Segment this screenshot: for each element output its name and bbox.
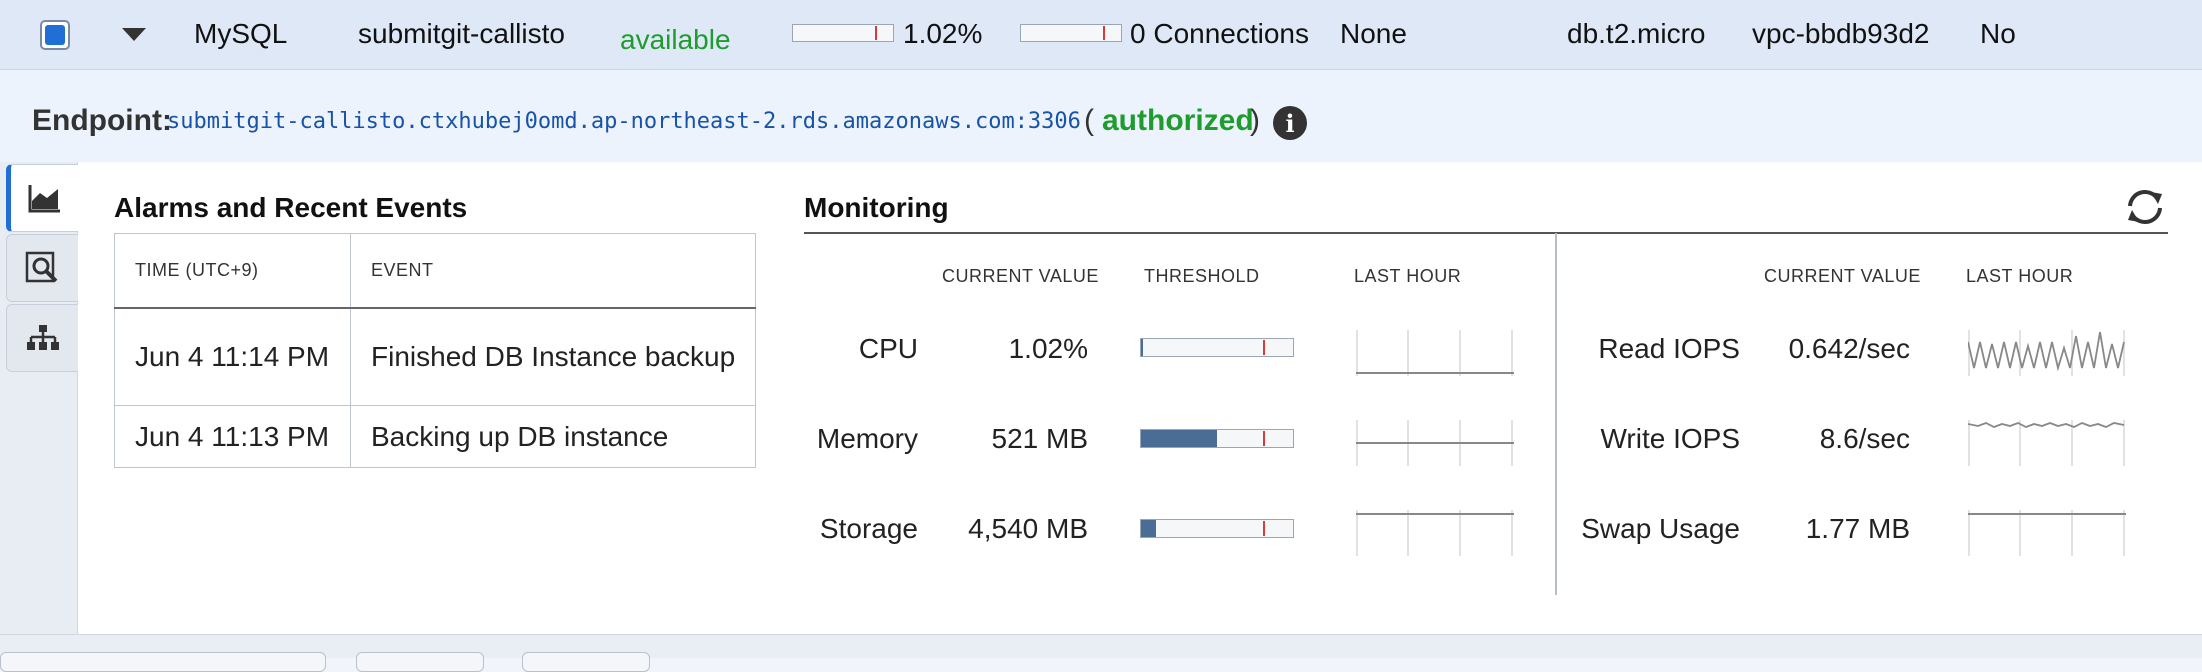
- vpc-cell: vpc-bbdb93d2: [1752, 18, 1930, 49]
- metric-value-write-iops: 8.6/sec: [1819, 423, 1910, 454]
- metric-label-memory: Memory: [816, 423, 918, 454]
- instance-class-cell: db.t2.micro: [1567, 18, 1706, 49]
- tab-configuration[interactable]: [6, 304, 78, 372]
- event-description: Finished DB Instance backup: [350, 307, 756, 406]
- sparkline-write-iops[interactable]: [1968, 418, 2126, 468]
- monitoring-title: Monitoring: [804, 192, 949, 223]
- event-time: Jun 4 11:14 PM: [114, 307, 351, 406]
- sparkline-memory[interactable]: [1356, 418, 1514, 468]
- endpoint-value[interactable]: submitgit-callisto.ctxhubej0omd.ap-north…: [167, 109, 1081, 134]
- tab-monitoring[interactable]: [6, 164, 78, 232]
- metric-value-memory: 521 MB: [991, 423, 1089, 454]
- threshold-bar-cpu: [1140, 338, 1294, 357]
- header-current-value-right: CURRENT VALUE: [1764, 266, 1921, 286]
- detail-tabs: [0, 162, 78, 634]
- metric-label-swap-usage: Swap Usage: [1581, 513, 1740, 544]
- metric-label-write-iops: Write IOPS: [1600, 423, 1740, 454]
- table-row: Jun 4 11:14 PM Finished DB Instance back…: [114, 307, 756, 406]
- alarms-title: Alarms and Recent Events: [114, 192, 468, 223]
- sparkline-cpu[interactable]: [1356, 328, 1514, 378]
- cpu-mini-bar: [792, 24, 894, 42]
- row-select-checkbox[interactable]: [40, 20, 70, 50]
- cpu-cell: 1.02%: [903, 18, 983, 49]
- header-current-value: CURRENT VALUE: [942, 266, 1099, 286]
- replication-cell: None: [1340, 18, 1407, 49]
- header-last-hour: LAST HOUR: [1354, 266, 1462, 286]
- bottom-toolbar: [0, 634, 2202, 658]
- metric-value-swap-usage: 1.77 MB: [1805, 513, 1910, 544]
- instance-name-cell: submitgit-callisto: [358, 18, 565, 49]
- bottom-button-3[interactable]: [522, 652, 650, 672]
- metrics-divider: [1555, 233, 1557, 595]
- sparkline-read-iops[interactable]: [1968, 328, 2126, 378]
- table-row: Jun 4 11:13 PM Backing up DB instance: [114, 405, 756, 468]
- sparkline-storage[interactable]: [1356, 508, 1514, 558]
- monitoring-divider: [804, 232, 2168, 234]
- engine-cell: MySQL: [194, 18, 288, 49]
- header-last-hour-right: LAST HOUR: [1966, 266, 2074, 286]
- info-icon[interactable]: i: [1273, 106, 1307, 140]
- threshold-bar-memory: [1140, 429, 1294, 448]
- column-header-event: EVENT: [350, 233, 756, 309]
- multi-az-cell: No: [1980, 18, 2016, 49]
- bottom-button-1[interactable]: [0, 652, 326, 672]
- search-log-icon: [25, 251, 57, 283]
- metric-label-storage: Storage: [819, 513, 918, 544]
- event-time: Jun 4 11:13 PM: [114, 405, 351, 468]
- column-header-time: TIME (UTC+9): [114, 233, 351, 309]
- event-description: Backing up DB instance: [350, 405, 756, 468]
- status-cell: available: [620, 24, 731, 55]
- chevron-down-icon[interactable]: [122, 28, 146, 41]
- endpoint-row: Endpoint: submitgit-callisto.ctxhubej0om…: [0, 70, 2202, 162]
- metric-value-cpu: 1.02%: [1008, 333, 1088, 364]
- tab-logs[interactable]: [6, 234, 78, 302]
- metric-value-storage: 4,540 MB: [968, 513, 1088, 544]
- endpoint-auth-status[interactable]: authorized: [1102, 104, 1254, 138]
- topology-icon: [26, 325, 59, 350]
- endpoint-close-paren: ): [1250, 104, 1260, 137]
- connections-cell: 0 Connections: [1130, 18, 1310, 49]
- refresh-icon[interactable]: [2124, 188, 2166, 226]
- endpoint-label: Endpoint:: [32, 104, 172, 137]
- connections-mini-bar: [1020, 24, 1122, 42]
- events-table: TIME (UTC+9) EVENT Jun 4 11:14 PM Finish…: [114, 233, 756, 468]
- monitoring-chart-icon: [28, 185, 60, 213]
- metric-label-read-iops: Read IOPS: [1598, 333, 1740, 364]
- instance-row[interactable]: MySQL submitgit-callisto available 1.02%…: [0, 0, 2202, 70]
- threshold-bar-storage: [1140, 519, 1294, 538]
- metric-label-cpu: CPU: [858, 333, 918, 364]
- header-threshold: THRESHOLD: [1144, 266, 1260, 286]
- endpoint-open-paren: (: [1084, 104, 1094, 137]
- sparkline-swap-usage[interactable]: [1968, 508, 2126, 558]
- metric-value-read-iops: 0.642/sec: [1788, 333, 1910, 364]
- bottom-button-2[interactable]: [356, 652, 484, 672]
